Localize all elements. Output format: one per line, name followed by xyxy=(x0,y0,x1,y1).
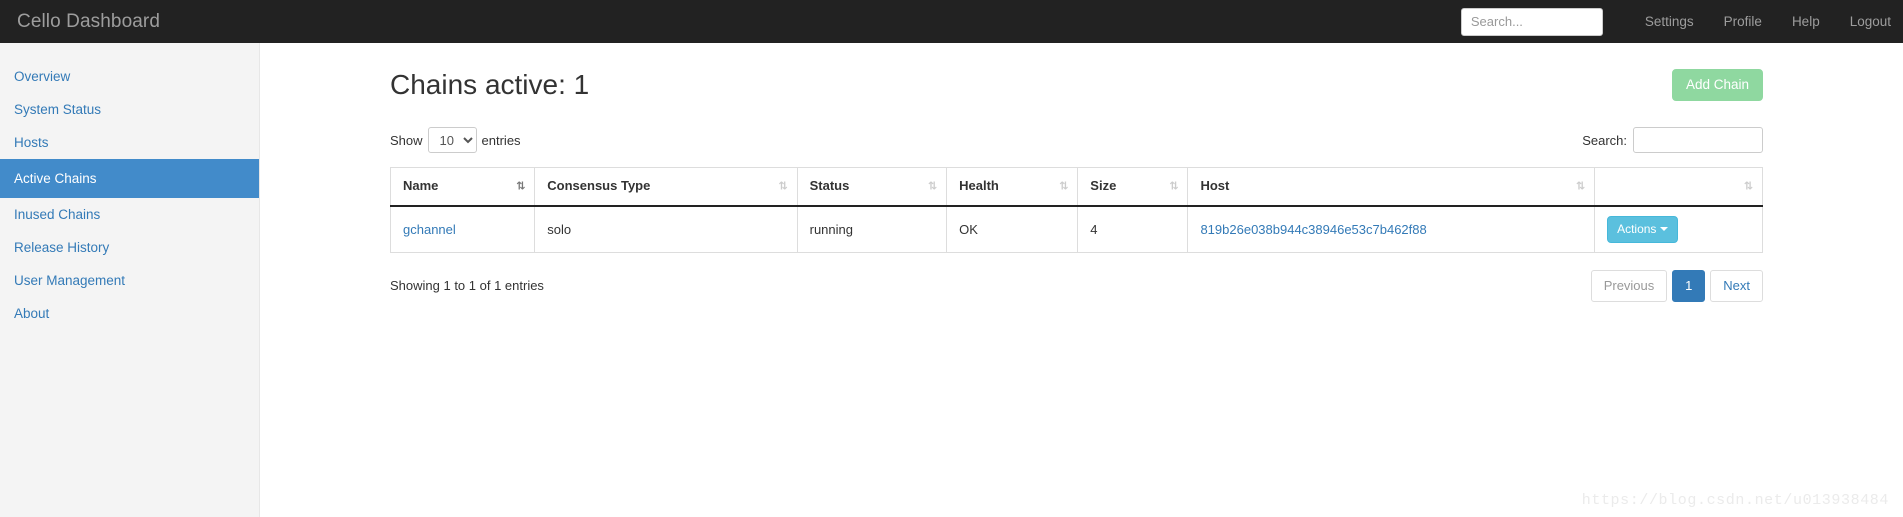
nav-link-settings[interactable]: Settings xyxy=(1630,0,1709,43)
app-brand-title[interactable]: Cello Dashboard xyxy=(0,0,175,43)
cell-chain-name: gchannel xyxy=(390,205,536,252)
column-header-health[interactable]: Health ⇅ xyxy=(946,167,1079,207)
sidebar-item-inused-chains[interactable]: Inused Chains xyxy=(0,198,259,231)
column-label-host: Host xyxy=(1200,178,1230,194)
pagination: Previous 1 Next xyxy=(1590,269,1763,302)
sidebar-item-release-history[interactable]: Release History xyxy=(0,231,259,264)
sidebar-item-hosts[interactable]: Hosts xyxy=(0,126,259,159)
table-search-label: Search: xyxy=(1582,132,1627,148)
navbar-right-group: Settings Profile Help Logout xyxy=(1460,0,1903,43)
nav-link-logout[interactable]: Logout xyxy=(1835,0,1903,43)
main-content: Chains active: 1 Add Chain Show 10 25 50… xyxy=(261,43,1903,517)
cell-status: running xyxy=(797,205,948,252)
column-header-actions[interactable]: ⇅ xyxy=(1594,167,1763,207)
sidebar-item-user-management[interactable]: User Management xyxy=(0,264,259,297)
table-row: gchannel solo running OK 4 819b26e038b94… xyxy=(390,205,1763,252)
chains-table-head: Name ⇅ Consensus Type ⇅ Status ⇅ Health … xyxy=(390,167,1763,207)
column-label-consensus-type: Consensus Type xyxy=(547,178,651,194)
column-header-size[interactable]: Size ⇅ xyxy=(1077,167,1189,207)
sort-both-icon[interactable]: ⇅ xyxy=(778,181,787,192)
page-title: Chains active: 1 xyxy=(390,69,590,100)
entries-per-page-select[interactable]: 10 25 50 100 xyxy=(427,127,477,153)
sort-both-icon[interactable]: ⇅ xyxy=(1576,181,1585,192)
table-search-control: Search: xyxy=(1582,127,1763,153)
column-label-size: Size xyxy=(1090,178,1117,194)
cell-consensus-type: solo xyxy=(534,205,798,252)
column-header-host[interactable]: Host ⇅ xyxy=(1187,167,1596,207)
sort-both-icon[interactable]: ⇅ xyxy=(1169,181,1178,192)
entries-label: entries xyxy=(481,132,521,148)
cell-size: 4 xyxy=(1077,205,1189,252)
datatable-controls: Show 10 25 50 100 entries Search: xyxy=(390,123,1763,157)
actions-button-label: Actions xyxy=(1617,221,1657,236)
column-header-status[interactable]: Status ⇅ xyxy=(797,167,948,207)
add-chain-button[interactable]: Add Chain xyxy=(1671,69,1763,101)
sidebar-item-system-status[interactable]: System Status xyxy=(0,93,259,126)
pagination-previous[interactable]: Previous xyxy=(1590,269,1668,302)
pagination-next[interactable]: Next xyxy=(1710,269,1763,302)
actions-dropdown-button[interactable]: Actions xyxy=(1607,215,1679,243)
host-link[interactable]: 819b26e038b944c38946e53c7b462f88 xyxy=(1200,222,1426,237)
pagination-page-1[interactable]: 1 xyxy=(1672,269,1706,302)
column-label-health: Health xyxy=(959,178,999,194)
column-label-name: Name xyxy=(403,178,439,194)
table-header-row: Name ⇅ Consensus Type ⇅ Status ⇅ Health … xyxy=(390,167,1763,207)
watermark-text: https://blog.csdn.net/u013938484 xyxy=(1581,492,1889,509)
chains-table-body: gchannel solo running OK 4 819b26e038b94… xyxy=(390,205,1763,252)
top-navbar: Cello Dashboard Settings Profile Help Lo… xyxy=(0,0,1903,43)
entries-length-control: Show 10 25 50 100 entries xyxy=(390,127,521,153)
sort-both-icon[interactable]: ⇅ xyxy=(1059,181,1068,192)
sidebar: Overview System Status Hosts Active Chai… xyxy=(0,43,260,517)
chains-table: Name ⇅ Consensus Type ⇅ Status ⇅ Health … xyxy=(390,167,1763,253)
app-root: Cello Dashboard Settings Profile Help Lo… xyxy=(0,0,1903,517)
cell-host: 819b26e038b944c38946e53c7b462f88 xyxy=(1187,205,1596,252)
column-label-status: Status xyxy=(809,178,850,194)
table-info-text: Showing 1 to 1 of 1 entries xyxy=(390,278,544,293)
sort-both-icon[interactable]: ⇅ xyxy=(928,181,937,192)
sidebar-item-overview[interactable]: Overview xyxy=(0,60,259,93)
caret-down-icon xyxy=(1660,227,1669,232)
cell-health: OK xyxy=(946,205,1079,252)
nav-link-help[interactable]: Help xyxy=(1777,0,1835,43)
chain-name-link[interactable]: gchannel xyxy=(403,222,456,237)
column-header-name[interactable]: Name ⇅ xyxy=(390,167,536,207)
sort-desc-icon[interactable]: ⇅ xyxy=(516,181,525,192)
sidebar-item-about[interactable]: About xyxy=(0,297,259,330)
navbar-search-input[interactable] xyxy=(1460,7,1603,36)
sort-both-icon[interactable]: ⇅ xyxy=(1744,181,1753,192)
column-header-consensus-type[interactable]: Consensus Type ⇅ xyxy=(534,167,798,207)
sidebar-item-active-chains[interactable]: Active Chains xyxy=(0,159,259,198)
datatable-wrapper: Show 10 25 50 100 entries Search: xyxy=(261,123,1903,303)
table-search-input[interactable] xyxy=(1633,127,1763,153)
show-label: Show xyxy=(390,132,423,148)
cell-actions: Actions xyxy=(1594,205,1763,252)
datatable-footer: Showing 1 to 1 of 1 entries Previous 1 N… xyxy=(390,269,1763,303)
nav-link-profile[interactable]: Profile xyxy=(1709,0,1777,43)
page-header: Chains active: 1 Add Chain xyxy=(261,43,1903,105)
